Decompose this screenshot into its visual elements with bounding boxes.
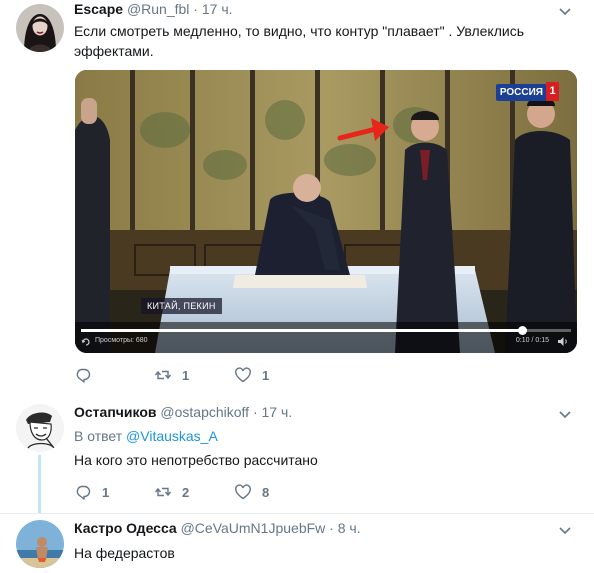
display-name[interactable]: Escape <box>74 1 123 17</box>
like-button[interactable]: 8 <box>234 482 269 502</box>
reply-mention[interactable]: @Vitauskas_A <box>126 428 218 444</box>
tweet-header: Escape @Run_fbl · 17 ч. <box>74 1 233 17</box>
reply-prefix: В ответ <box>74 428 123 444</box>
like-icon <box>235 484 251 500</box>
retweet-count: 1 <box>182 367 190 383</box>
retweet-button[interactable]: 2 <box>154 482 189 502</box>
tweet-text: Если смотреть медленно, то видно, что ко… <box>74 23 524 59</box>
separator-dot: · <box>329 520 334 536</box>
tweet-text: На кого это непотребство рассчитано <box>74 452 318 468</box>
thread-line <box>38 455 41 513</box>
tweet-actions: 1 2 8 <box>74 482 374 504</box>
loop-icon[interactable] <box>81 337 91 347</box>
video-player[interactable]: КИТАЙ, ПЕКИН РОССИЯ 1 Просмотры: 680 0:1… <box>75 70 577 353</box>
caret-down-icon[interactable] <box>558 407 572 421</box>
separator-dot: · <box>252 404 258 420</box>
tweet-text: На федерастов <box>74 545 175 561</box>
like-count: 1 <box>262 367 270 383</box>
avatar[interactable] <box>16 404 64 452</box>
separator-dot: · <box>193 1 198 17</box>
view-count: Просмотры: 680 <box>95 337 148 344</box>
display-name[interactable]: Остапчиков <box>74 404 157 420</box>
user-handle[interactable]: @ostapchikoff <box>160 404 249 420</box>
tweet-actions: 1 1 <box>74 365 374 387</box>
caret-down-icon[interactable] <box>558 523 572 537</box>
reply-button[interactable] <box>74 365 102 385</box>
reply-context: В ответ @Vitauskas_A <box>74 428 218 444</box>
avatar[interactable] <box>16 4 64 52</box>
timestamp[interactable]: 17 ч. <box>202 1 233 17</box>
video-time: 0:10 / 0:15 <box>515 337 549 344</box>
like-button[interactable]: 1 <box>234 365 269 385</box>
tweet-header: Остапчиков @ostapchikoff · 17 ч. <box>74 404 292 420</box>
retweet-icon <box>154 370 172 380</box>
display-name[interactable]: Кастро Одесса <box>74 520 177 536</box>
user-handle[interactable]: @CeVaUmN1JpuebFw <box>181 520 326 536</box>
user-handle[interactable]: @Run_fbl <box>127 1 189 17</box>
tweet[interactable]: Escape @Run_fbl · 17 ч. Если смотреть ме… <box>0 0 594 392</box>
sound-icon[interactable] <box>557 336 569 347</box>
avatar[interactable] <box>16 520 64 568</box>
channel-number: 1 <box>546 82 559 101</box>
video-caption: КИТАЙ, ПЕКИН <box>141 298 222 314</box>
caret-down-icon[interactable] <box>558 4 572 18</box>
reply-button[interactable]: 1 <box>74 482 109 502</box>
reply-count: 1 <box>102 484 110 500</box>
reply-icon <box>76 368 91 383</box>
tweet-header: Кастро Одесса @CeVaUmN1JpuebFw · 8 ч. <box>74 520 361 536</box>
video-progress-bar[interactable] <box>81 326 571 335</box>
video-progress-handle[interactable] <box>518 326 527 335</box>
tweet[interactable]: Остапчиков @ostapchikoff · 17 ч. В ответ… <box>0 392 594 513</box>
video-overlay: КИТАЙ, ПЕКИН РОССИЯ 1 Просмотры: 680 0:1… <box>75 70 577 353</box>
retweet-icon <box>154 487 172 497</box>
like-count: 8 <box>262 484 270 500</box>
timestamp[interactable]: 17 ч. <box>262 404 293 420</box>
like-icon <box>235 367 251 383</box>
retweet-button[interactable]: 1 <box>154 365 189 385</box>
timestamp[interactable]: 8 ч. <box>338 520 361 536</box>
retweet-count: 2 <box>182 484 190 500</box>
reply-icon <box>76 485 91 500</box>
channel-logo: РОССИЯ <box>495 84 547 101</box>
tweet[interactable]: Кастро Одесса @CeVaUmN1JpuebFw · 8 ч. На… <box>0 513 594 573</box>
video-progress-fill <box>81 329 522 332</box>
